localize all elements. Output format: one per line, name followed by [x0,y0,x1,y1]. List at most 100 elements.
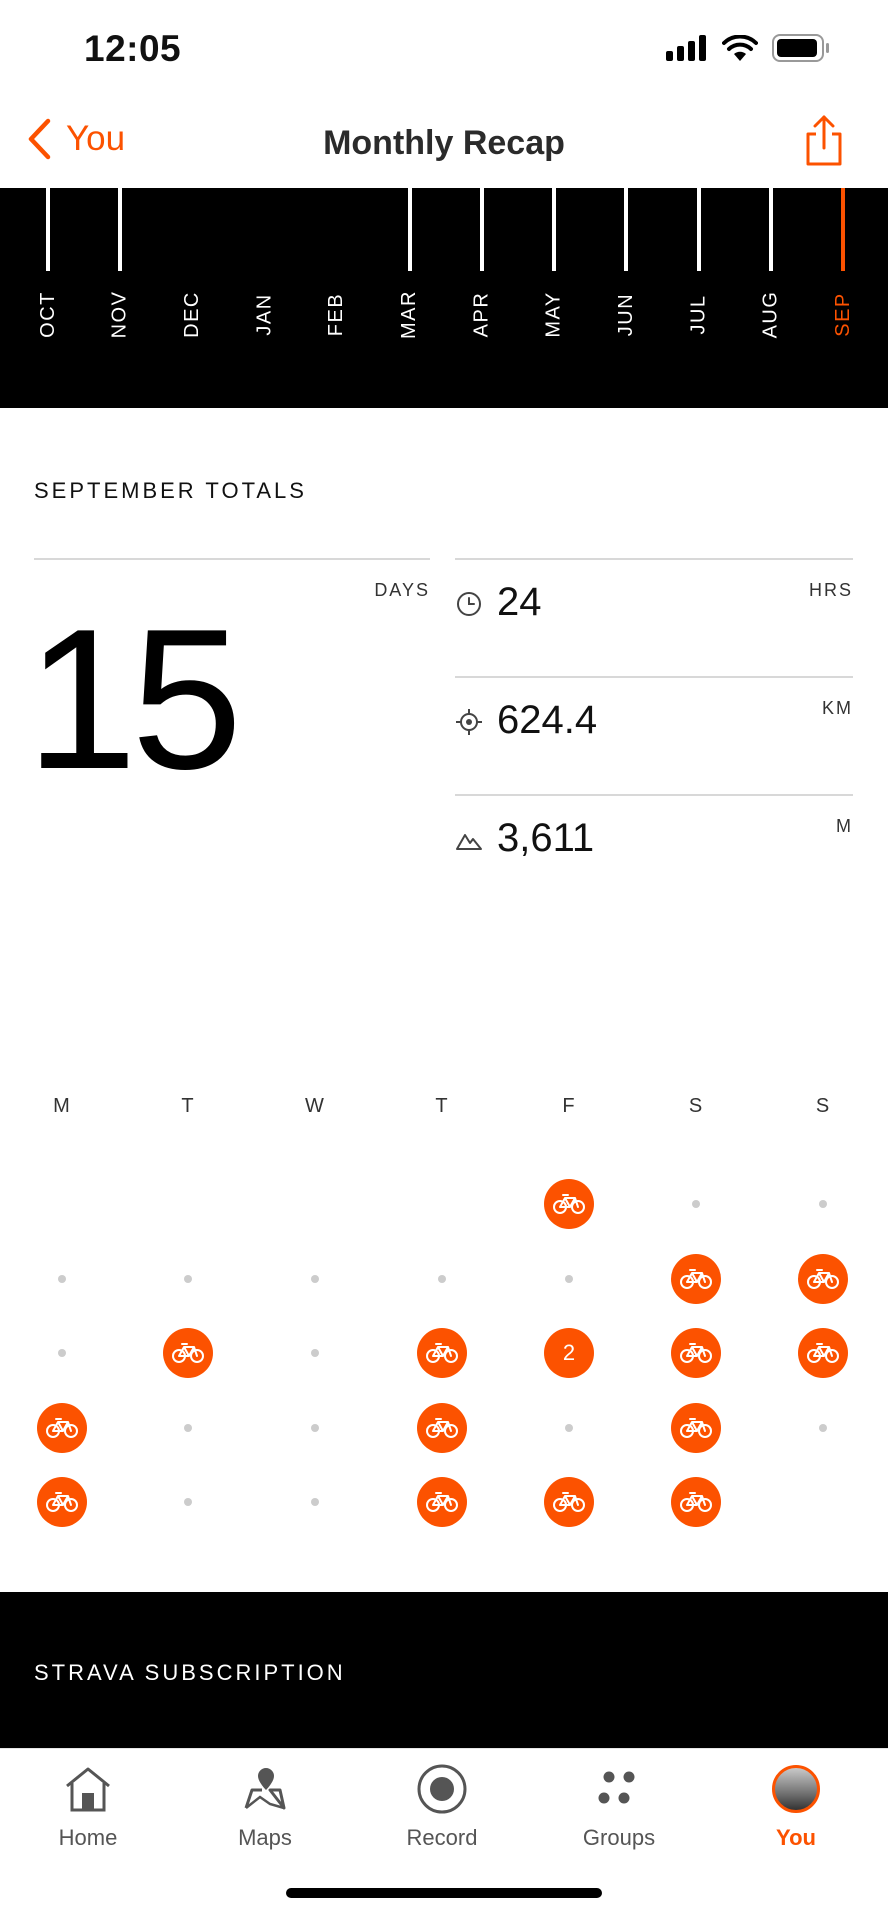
calendar-day-activity[interactable] [670,1327,722,1379]
time-total: 24 HRS [455,558,853,676]
month-feb[interactable]: FEB [301,188,373,348]
signal-icon [666,35,706,61]
tab-you[interactable]: You [708,1759,884,1869]
bike-icon [46,1417,78,1438]
calendar-day-empty [289,1402,341,1454]
empty-day-dot [311,1349,319,1357]
month-label: AUG [759,290,782,339]
calendar-day-empty [162,1402,214,1454]
tab-label: Groups [582,1825,656,1850]
calendar-day-empty [289,1327,341,1379]
month-label: APR [470,291,493,338]
ride-badge [671,1402,721,1453]
empty-day-dot [58,1349,66,1357]
ride-badge [544,1477,594,1527]
weekday-label: S [815,1095,831,1117]
ride-badge [671,1328,721,1378]
month-bar [769,188,773,271]
calendar-day-activity[interactable] [36,1476,88,1528]
empty-day-dot [311,1498,319,1506]
empty-day-dot [58,1274,66,1283]
calendar-day-activity[interactable] [543,1476,595,1528]
days-unit: DAYS [374,580,430,600]
calendar-day-activity[interactable] [416,1327,468,1379]
ride-badge [798,1328,848,1378]
tab-record[interactable]: Record [354,1759,530,1869]
status-bar: 12:05 [0,0,888,100]
empty-day-dot [311,1274,319,1283]
tab-label: You [776,1825,816,1850]
section-title: SEPTEMBER TOTALS [34,478,307,503]
month-may[interactable]: MAY [518,188,590,348]
month-jun[interactable]: JUN [590,188,662,348]
month-picker[interactable]: OCT NOV DEC JAN FEB MAR APR MAY JUN JUL AUG SEP [0,188,888,408]
month-sep[interactable]: SEP [807,188,879,348]
month-dec[interactable]: DEC [157,188,229,348]
bike-icon [553,1492,585,1512]
calendar-day-activity[interactable] [670,1476,722,1528]
calendar-day-activity[interactable]: 2 [543,1327,595,1379]
month-oct[interactable]: OCT [12,188,84,348]
weekday-label: T [181,1095,195,1117]
calendar-day-activity[interactable] [416,1476,468,1528]
bike-icon [680,1417,712,1438]
weekday-label: M [53,1095,71,1117]
tab-maps[interactable]: Maps [177,1759,353,1869]
days-value: 15 [26,588,242,811]
month-label: FEB [325,292,348,337]
empty-day-dot [184,1498,192,1506]
wifi-icon [722,35,758,61]
maps-icon [240,1759,290,1819]
avatar-icon [772,1759,820,1819]
empty-day-dot [438,1274,446,1283]
bike-icon [680,1343,712,1363]
month-apr[interactable]: APR [446,188,518,348]
month-bar [46,188,50,271]
tab-home[interactable]: Home [0,1759,176,1869]
bike-icon [46,1492,78,1512]
month-nov[interactable]: NOV [84,188,156,348]
tab-groups[interactable]: Groups [531,1759,707,1869]
calendar-day-empty [289,1476,341,1528]
ride-badge [417,1477,467,1527]
distance-unit: KM [822,698,853,718]
calendar-day-activity[interactable] [416,1402,468,1454]
bike-icon [172,1343,204,1363]
activity-count-badge: 2 [544,1328,594,1378]
bike-icon [807,1343,839,1363]
bike-icon [553,1194,585,1214]
calendar-day-activity[interactable] [670,1402,722,1454]
month-label: JUN [614,292,637,337]
empty-day-dot [184,1423,192,1432]
month-jul[interactable]: JUL [663,188,735,348]
time-unit: HRS [808,580,853,600]
month-aug[interactable]: AUG [735,188,807,348]
month-label: DEC [181,291,204,338]
weekday-label: F [562,1095,576,1117]
subscription-banner[interactable]: STRAVA SUBSCRIPTION [0,1592,888,1748]
share-button[interactable] [804,114,844,171]
month-label: JUL [687,294,710,335]
month-bar [696,188,701,271]
calendar-day-empty [797,1178,849,1230]
month-mar[interactable]: MAR [374,188,446,348]
calendar-day-activity[interactable] [36,1402,88,1454]
calendar-day-activity[interactable] [543,1178,595,1230]
calendar-day-empty [36,1253,88,1305]
empty-day-dot [565,1274,573,1283]
calendar-day-activity[interactable] [797,1327,849,1379]
empty-day-dot [692,1200,700,1208]
bike-icon [680,1268,712,1289]
calendar-day-activity[interactable] [162,1327,214,1379]
distance-value: 624.4 [497,698,598,742]
calendar-day-activity[interactable] [670,1253,722,1305]
calendar-day-activity[interactable] [797,1253,849,1305]
mountain-icon [456,834,482,850]
elevation-unit: M [836,816,853,836]
tab-label: Home [58,1825,118,1850]
month-jan[interactable]: JAN [229,188,301,348]
ride-badge [671,1253,721,1304]
calendar-day-empty [543,1253,595,1305]
bike-icon [426,1492,458,1512]
calendar-day-empty [543,1402,595,1454]
